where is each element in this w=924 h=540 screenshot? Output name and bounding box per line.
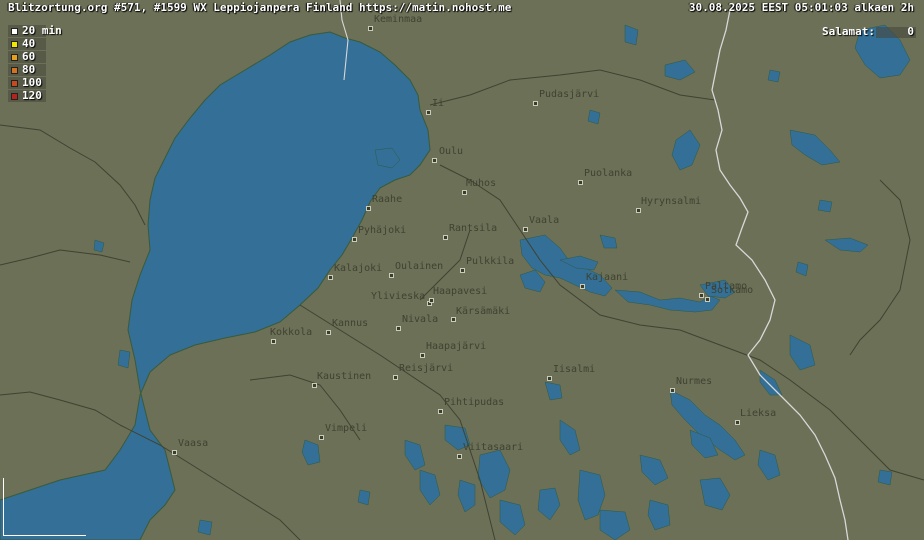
town-marker	[457, 454, 462, 459]
scale-bar	[3, 478, 86, 536]
town-label: Oulu	[439, 146, 464, 157]
datetime-label: 30.08.2025 EEST 05:01:03 alkaen 2h	[688, 1, 914, 14]
legend-swatch	[11, 93, 18, 100]
town-label: Pyhäjoki	[358, 225, 407, 236]
town-label: Sotkamo	[711, 285, 754, 296]
town-label: Kajaani	[586, 272, 629, 283]
town-label: Vaasa	[178, 438, 209, 449]
town-marker	[326, 330, 331, 335]
legend-label: 40	[22, 37, 36, 50]
town-marker	[352, 237, 357, 242]
town-marker	[735, 420, 740, 425]
legend-swatch	[11, 28, 18, 35]
town-label: Kannus	[332, 318, 369, 329]
town-marker	[636, 208, 641, 213]
town-marker	[533, 101, 538, 106]
legend-label: 100	[22, 76, 42, 89]
town-marker	[393, 375, 398, 380]
town-label: Reisjärvi	[399, 363, 454, 374]
legend-swatch	[11, 67, 18, 74]
town-label: Lieksa	[740, 408, 777, 419]
legend-label: 80	[22, 63, 36, 76]
strike-counter: Salamat: 0	[822, 25, 916, 39]
town-marker	[426, 110, 431, 115]
town-label: Haapajärvi	[426, 341, 487, 352]
town-marker	[396, 326, 401, 331]
town-label: Kärsämäki	[456, 306, 511, 317]
strike-counter-value: 0	[907, 25, 914, 38]
town-marker	[699, 293, 704, 298]
town-label: Hyrynsalmi	[641, 196, 702, 207]
town-marker	[670, 388, 675, 393]
town-marker	[443, 235, 448, 240]
town-label: Oulainen	[395, 261, 444, 272]
town-label: Vaala	[529, 215, 560, 226]
town-marker	[460, 268, 465, 273]
town-label: Vimpeli	[325, 423, 368, 434]
legend-label: 20 min	[22, 24, 62, 37]
town-marker	[366, 206, 371, 211]
town-label: Raahe	[372, 194, 403, 205]
town-label: Nivala	[402, 314, 439, 325]
town-label: Pihtipudas	[444, 397, 505, 408]
legend-swatch	[11, 80, 18, 87]
town-marker	[578, 180, 583, 185]
town-label: Muhos	[466, 178, 497, 189]
strike-counter-label: Salamat:	[822, 25, 875, 38]
town-marker	[705, 297, 710, 302]
town-label: Pudasjärvi	[539, 89, 600, 100]
town-label: Nurmes	[676, 376, 713, 387]
town-marker	[271, 339, 276, 344]
town-marker	[389, 273, 394, 278]
town-label: Iisalmi	[553, 364, 596, 375]
town-label: Kalajoki	[334, 263, 383, 274]
town-label: Kaustinen	[317, 371, 372, 382]
town-marker	[319, 435, 324, 440]
map-title: Blitzortung.org #571, #1599 WX Leppiojan…	[8, 1, 512, 14]
town-marker	[547, 376, 552, 381]
town-marker	[438, 409, 443, 414]
town-label: Pulkkila	[466, 256, 515, 267]
town-label: Keminmaa	[374, 14, 423, 25]
town-marker	[172, 450, 177, 455]
legend-label: 120	[22, 89, 42, 102]
town-label: Haapavesi	[433, 286, 488, 297]
town-marker	[451, 317, 456, 322]
town-label: Rantsila	[449, 223, 498, 234]
town-marker	[462, 190, 467, 195]
town-marker	[368, 26, 373, 31]
town-label: Ii	[432, 98, 445, 109]
town-marker	[432, 158, 437, 163]
legend-swatch	[11, 54, 18, 61]
town-label: Kokkola	[270, 327, 313, 338]
town-marker	[580, 284, 585, 289]
town-marker	[429, 298, 434, 303]
town-label: Viitasaari	[463, 442, 524, 453]
town-marker	[312, 383, 317, 388]
legend-label: 60	[22, 50, 36, 63]
legend-swatch	[11, 41, 18, 48]
town-marker	[523, 227, 528, 232]
town-label: Ylivieska	[371, 291, 426, 302]
town-label: Puolanka	[584, 168, 633, 179]
town-marker	[420, 353, 425, 358]
town-marker	[328, 275, 333, 280]
